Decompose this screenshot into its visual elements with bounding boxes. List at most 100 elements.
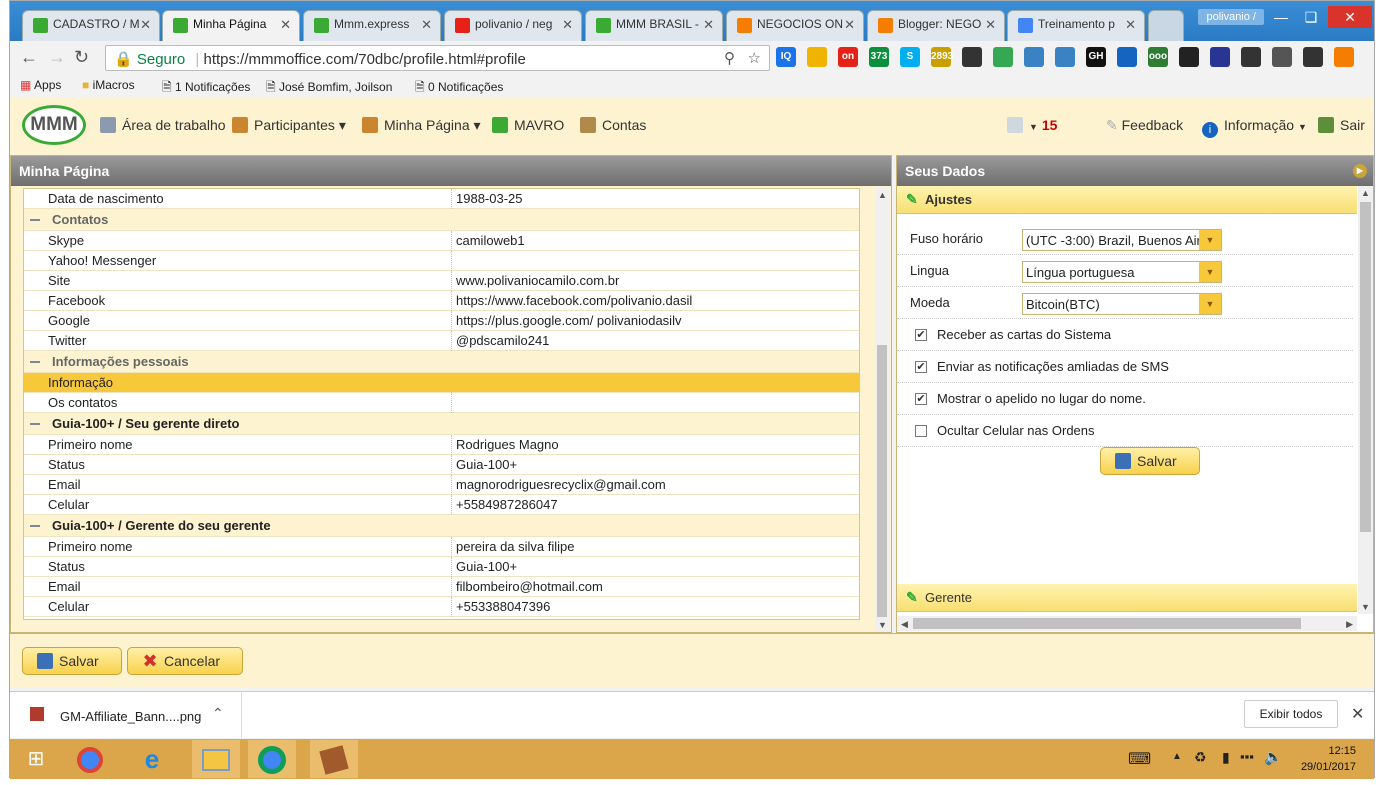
close-tab-icon[interactable]: ✕ bbox=[1125, 17, 1136, 33]
back-icon[interactable]: ← bbox=[20, 47, 38, 68]
checkbox[interactable]: ✔ bbox=[915, 329, 927, 341]
chevron-up-icon[interactable]: ⌃ bbox=[212, 705, 224, 722]
battery-icon[interactable]: ▮ bbox=[1222, 749, 1230, 766]
currency-select[interactable]: Bitcoin(BTC) ▼ bbox=[1022, 293, 1222, 315]
table-row[interactable]: Twitter @pdscamilo241 bbox=[24, 331, 859, 351]
show-all-button[interactable]: Exibir todos bbox=[1244, 700, 1338, 728]
chrome-active-icon[interactable] bbox=[248, 740, 296, 778]
bug-icon[interactable] bbox=[1179, 47, 1199, 67]
browser-tab[interactable]: NEGOCIOS ON ✕ bbox=[726, 10, 864, 41]
table-row[interactable]: Google https://plus.google.com/ polivanio… bbox=[24, 311, 859, 331]
maximize-button[interactable]: ❑ bbox=[1296, 6, 1326, 28]
heart-icon[interactable] bbox=[1117, 47, 1137, 67]
forward-icon[interactable]: → bbox=[48, 47, 66, 68]
scroll-down-icon[interactable]: ▼ bbox=[1361, 602, 1370, 612]
reload-icon[interactable]: ↻ bbox=[74, 47, 89, 68]
browser-tab[interactable]: Minha Página ✕ bbox=[162, 10, 300, 42]
face-icon[interactable] bbox=[807, 47, 827, 67]
browser-tab[interactable]: Mmm.express ✕ bbox=[303, 10, 441, 41]
checkbox[interactable] bbox=[915, 425, 927, 437]
close-tab-icon[interactable]: ✕ bbox=[844, 17, 855, 33]
collapse-minus-icon[interactable] bbox=[30, 423, 40, 425]
file-explorer-icon[interactable] bbox=[192, 740, 240, 778]
messages-button[interactable]: ▼ 15 bbox=[1007, 117, 1057, 133]
browser-tab[interactable]: MMM BRASIL - ✕ bbox=[585, 10, 723, 41]
scroll-thumb[interactable] bbox=[877, 345, 887, 617]
settings-hscrollbar[interactable]: ◀ ▶ bbox=[897, 616, 1357, 631]
internet-explorer-icon[interactable]: e bbox=[128, 740, 176, 778]
keyboard-icon[interactable]: ⌨ bbox=[1128, 749, 1151, 769]
table-row[interactable]: Status Guia-100+ bbox=[24, 455, 859, 475]
save-button[interactable]: Salvar bbox=[22, 647, 122, 675]
table-row[interactable]: Skype camiloweb1 bbox=[24, 231, 859, 251]
chart-ext-icon[interactable] bbox=[1024, 47, 1044, 67]
jose-bookmark[interactable]: 🗎 José Bomfim, Joilson bbox=[266, 78, 394, 99]
clapper-icon[interactable] bbox=[962, 47, 982, 67]
checkbox-label[interactable]: Mostrar o apelido no lugar do nome. bbox=[937, 391, 1146, 406]
chrome-ext-icon[interactable] bbox=[993, 47, 1013, 67]
settings-section-header[interactable]: ✎ Ajustes bbox=[897, 186, 1357, 214]
timezone-select[interactable]: (UTC -3:00) Brazil, Buenos Air ▼ bbox=[1022, 229, 1222, 251]
checkbox[interactable]: ✔ bbox=[915, 393, 927, 405]
language-select[interactable]: Língua portuguesa ▼ bbox=[1022, 261, 1222, 283]
close-tab-icon[interactable]: ✕ bbox=[703, 17, 714, 33]
shield-ext-icon[interactable] bbox=[1210, 47, 1230, 67]
browser-tab[interactable]: Blogger: NEGO ✕ bbox=[867, 10, 1005, 41]
checkbox-label[interactable]: Ocultar Celular nas Ordens bbox=[937, 423, 1095, 438]
scroll-right-icon[interactable]: ▶ bbox=[1346, 619, 1353, 630]
youtube-ext-icon[interactable]: on bbox=[838, 47, 858, 67]
checkbox-label[interactable]: Enviar as notificações amliadas de SMS bbox=[937, 359, 1169, 374]
browser-tab[interactable]: polivanio / neg ✕ bbox=[444, 10, 582, 41]
nav-user[interactable]: Minha Página ▾ bbox=[362, 117, 481, 134]
imacros-bookmark[interactable]: ■ iMacros bbox=[82, 78, 135, 92]
table-row[interactable]: Celular +553388047396 bbox=[24, 597, 859, 617]
settings-save-button[interactable]: Salvar bbox=[1100, 447, 1200, 475]
table-row[interactable]: Email magnorodriguesrecyclix@gmail.com bbox=[24, 475, 859, 495]
nav-mavro[interactable]: MAVRO bbox=[492, 117, 564, 133]
table-row[interactable]: Informação bbox=[24, 373, 859, 393]
collapse-minus-icon[interactable] bbox=[30, 361, 40, 363]
close-tab-icon[interactable]: ✕ bbox=[421, 17, 432, 33]
window-ext-icon[interactable] bbox=[1055, 47, 1075, 67]
cast-icon[interactable] bbox=[1272, 47, 1292, 67]
clock[interactable]: 12:15 29/01/2017 bbox=[1301, 743, 1356, 775]
new-tab-button[interactable] bbox=[1148, 10, 1184, 41]
manager-section-header[interactable]: ✎ Gerente bbox=[897, 584, 1357, 612]
menu-icon[interactable] bbox=[1334, 47, 1354, 67]
table-row[interactable]: Primeiro nome Rodrigues Magno bbox=[24, 435, 859, 455]
group-header[interactable]: Guia-100+ / Gerente do seu gerente bbox=[24, 515, 859, 537]
table-row[interactable]: Status Guia-100+ bbox=[24, 557, 859, 577]
apps-bookmark[interactable]: ▦ Apps bbox=[20, 78, 61, 92]
collapse-minus-icon[interactable] bbox=[30, 219, 40, 221]
nav-desktop[interactable]: Área de trabalho bbox=[100, 117, 226, 133]
mmm-logo[interactable]: MMM bbox=[22, 105, 86, 145]
nav-people[interactable]: Participantes ▾ bbox=[232, 117, 346, 134]
notifications-bookmark-1[interactable]: 🗎 1 Notificações bbox=[162, 78, 250, 99]
profile-button[interactable]: polivanio / bbox=[1198, 9, 1264, 25]
scroll-thumb[interactable] bbox=[1360, 202, 1371, 532]
close-tab-icon[interactable]: ✕ bbox=[140, 17, 151, 33]
table-row[interactable]: Primeiro nome pereira da silva filipe bbox=[24, 537, 859, 557]
ext-2893-icon[interactable]: 2893 bbox=[931, 47, 953, 67]
profile-scrollbar[interactable]: ▲ ▼ bbox=[875, 188, 889, 632]
table-row[interactable]: Yahoo! Messenger bbox=[24, 251, 859, 271]
table-row[interactable]: Facebook https://www.facebook.com/polivan… bbox=[24, 291, 859, 311]
table-row[interactable]: Site www.polivaniocamilo.com.br bbox=[24, 271, 859, 291]
nav-accounts[interactable]: Contas bbox=[580, 117, 646, 133]
volume-icon[interactable]: 🔈 bbox=[1264, 748, 1283, 766]
settings-scrollbar[interactable]: ▲ ▼ bbox=[1358, 186, 1373, 614]
scroll-up-icon[interactable]: ▲ bbox=[878, 190, 887, 200]
feedback-link[interactable]: ✎ Feedback bbox=[1106, 117, 1183, 134]
close-tab-icon[interactable]: ✕ bbox=[985, 17, 996, 33]
table-row[interactable]: Email filbombeiro@hotmail.com bbox=[24, 577, 859, 597]
clapper3-icon[interactable] bbox=[1303, 47, 1323, 67]
chrome-taskbar-icon[interactable] bbox=[66, 740, 114, 778]
ooo-icon[interactable]: ooo bbox=[1148, 47, 1168, 67]
iq-icon[interactable]: IQ bbox=[776, 47, 796, 67]
browser-tab[interactable]: CADASTRO / M ✕ bbox=[22, 10, 160, 41]
hscroll-thumb[interactable] bbox=[913, 618, 1301, 629]
download-item[interactable]: GM-Affiliate_Bann....png ⌃ bbox=[10, 692, 242, 738]
ext-373-icon[interactable]: 373 bbox=[869, 47, 889, 67]
group-header[interactable]: Informações pessoais bbox=[24, 351, 859, 373]
checkbox-label[interactable]: Receber as cartas do Sistema bbox=[937, 327, 1111, 342]
